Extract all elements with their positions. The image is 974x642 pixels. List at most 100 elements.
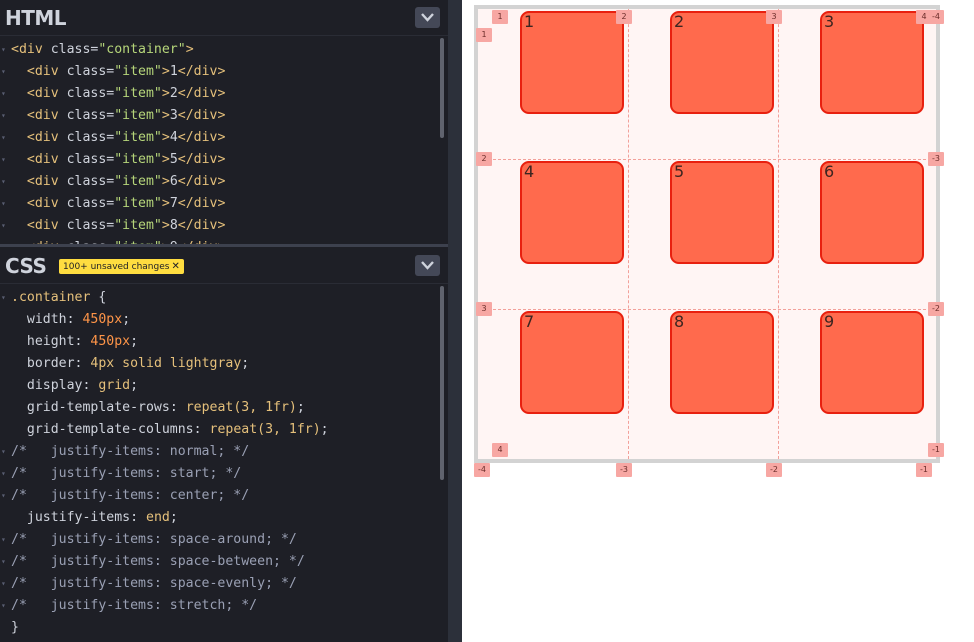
fold-arrow-icon[interactable]: ▾ [1, 83, 6, 105]
css-comment: ▾ /* justify-items: center; */ [0, 485, 436, 507]
css-property: width [26, 312, 67, 327]
fold-arrow-icon[interactable]: ▾ [1, 127, 6, 149]
grid-line-number: 4 [492, 443, 508, 457]
text-content: 8 [169, 218, 178, 233]
css-declaration: width: 450px; [0, 309, 436, 331]
fold-arrow-icon[interactable]: ▾ [1, 551, 6, 573]
attr-name: class= [58, 196, 115, 211]
css-value: end [146, 510, 170, 525]
fold-arrow-icon[interactable]: ▾ [1, 463, 6, 485]
comment-text: /* justify-items: stretch; */ [11, 598, 258, 613]
text-content: 5 [169, 152, 178, 167]
css-declaration: grid-template-columns: repeat(3, 1fr); [0, 419, 436, 441]
grid-item: 1 [520, 11, 624, 114]
fold-arrow-icon[interactable]: ▾ [1, 485, 6, 507]
text-content: 1 [169, 64, 178, 79]
grid-item: 7 [520, 311, 624, 414]
grid-item-label: 8 [674, 312, 685, 331]
grid-item-label: 9 [824, 312, 835, 331]
tag-end: </div> [177, 152, 226, 167]
code-line: ▾ <div class="item">3</div> [0, 105, 436, 127]
text-content: 3 [169, 108, 178, 123]
css-property: grid-template-columns [26, 422, 194, 437]
css-comment: ▾ /* justify-items: stretch; */ [0, 595, 436, 617]
fold-arrow-icon[interactable]: ▾ [1, 61, 6, 83]
fold-arrow-icon[interactable]: ▾ [1, 529, 6, 551]
tag-close: > [161, 64, 170, 79]
css-comment: ▾ /* justify-items: space-evenly; */ [0, 573, 436, 595]
text-content: 2 [169, 86, 178, 101]
css-value: 450px [90, 334, 131, 349]
grid-line-horizontal [478, 159, 936, 160]
attr-value: "item" [114, 174, 162, 189]
css-value: repeat(3, 1fr) [185, 400, 297, 415]
fold-arrow-icon[interactable]: ▾ [1, 39, 6, 61]
fold-arrow-icon[interactable]: ▾ [1, 149, 6, 171]
code-line: } [0, 617, 436, 639]
grid-item: 4 [520, 161, 624, 264]
grid-line-number: -2 [928, 302, 944, 316]
panel-divider[interactable] [0, 244, 448, 247]
attr-name: class= [58, 152, 115, 167]
code-line: ▾ <div class="container"> [0, 39, 436, 61]
html-editor-scrollbar[interactable] [440, 38, 444, 138]
grid-item-label: 2 [674, 12, 685, 31]
comment-text: /* justify-items: center; */ [11, 488, 250, 503]
fold-arrow-icon[interactable]: ▾ [1, 573, 6, 595]
chevron-down-icon [421, 13, 434, 22]
html-editor[interactable]: ▾ <div class="container"> ▾ <div class="it… [0, 39, 436, 244]
fold-arrow-icon[interactable]: ▾ [1, 105, 6, 127]
attr-value: "item" [114, 218, 162, 233]
tag-close: > [161, 218, 170, 233]
tag-open: <div [11, 86, 59, 101]
pane-resizer[interactable] [448, 0, 462, 642]
code-line: ▾ <div class="item">6</div> [0, 171, 436, 193]
tag-open: <div [11, 130, 59, 145]
attr-value: "item" [114, 86, 162, 101]
fold-arrow-icon[interactable]: ▾ [1, 595, 6, 617]
code-line: ▾ .container { [0, 287, 436, 309]
css-property: grid-template-rows [26, 400, 170, 415]
html-panel-collapse-button[interactable] [415, 7, 440, 28]
tag-close: > [161, 130, 170, 145]
attr-name: class= [58, 86, 115, 101]
css-editor[interactable]: ▾ .container { width: 450px; height: 450p… [0, 287, 436, 642]
semicolon: ; [122, 312, 131, 327]
fold-arrow-icon[interactable]: ▾ [1, 215, 6, 237]
grid-item-label: 1 [524, 12, 535, 31]
css-declaration: grid-template-rows: repeat(3, 1fr); [0, 397, 436, 419]
colon: : [74, 334, 91, 349]
semicolon: ; [241, 356, 250, 371]
close-icon[interactable]: ✕ [171, 261, 179, 272]
tag-open: <div [11, 152, 59, 167]
grid-item-label: 6 [824, 162, 835, 181]
grid-line-number: 2 [476, 152, 492, 166]
brace: { [90, 290, 107, 305]
grid-item: 9 [820, 311, 924, 414]
fold-arrow-icon[interactable]: ▾ [1, 237, 6, 244]
fold-arrow-icon[interactable]: ▾ [1, 441, 6, 463]
grid-line-number: 3 [766, 10, 782, 24]
fold-arrow-icon[interactable]: ▾ [1, 171, 6, 193]
grid-line-vertical [778, 9, 779, 459]
unsaved-changes-badge[interactable]: 100+ unsaved changes ✕ [59, 259, 184, 274]
colon: : [74, 356, 91, 371]
attr-name: class= [58, 218, 115, 233]
semicolon: ; [130, 334, 139, 349]
code-line: ▾ <div class="item">8</div> [0, 215, 436, 237]
grid-line-number: -4 [474, 463, 490, 477]
colon: : [130, 510, 146, 525]
css-value: grid [98, 378, 131, 393]
css-property: display [26, 378, 83, 393]
tag-end: </div> [177, 108, 226, 123]
grid-item-label: 7 [524, 312, 535, 331]
fold-arrow-icon[interactable]: ▾ [1, 193, 6, 215]
css-panel-title: CSS [5, 254, 47, 278]
css-panel-collapse-button[interactable] [415, 255, 440, 276]
attr-name: class= [58, 64, 115, 79]
fold-arrow-icon[interactable]: ▾ [1, 287, 6, 309]
tag-open: <div [11, 108, 59, 123]
grid-item: 6 [820, 161, 924, 264]
css-editor-scrollbar[interactable] [440, 286, 444, 480]
grid-item: 5 [670, 161, 774, 264]
